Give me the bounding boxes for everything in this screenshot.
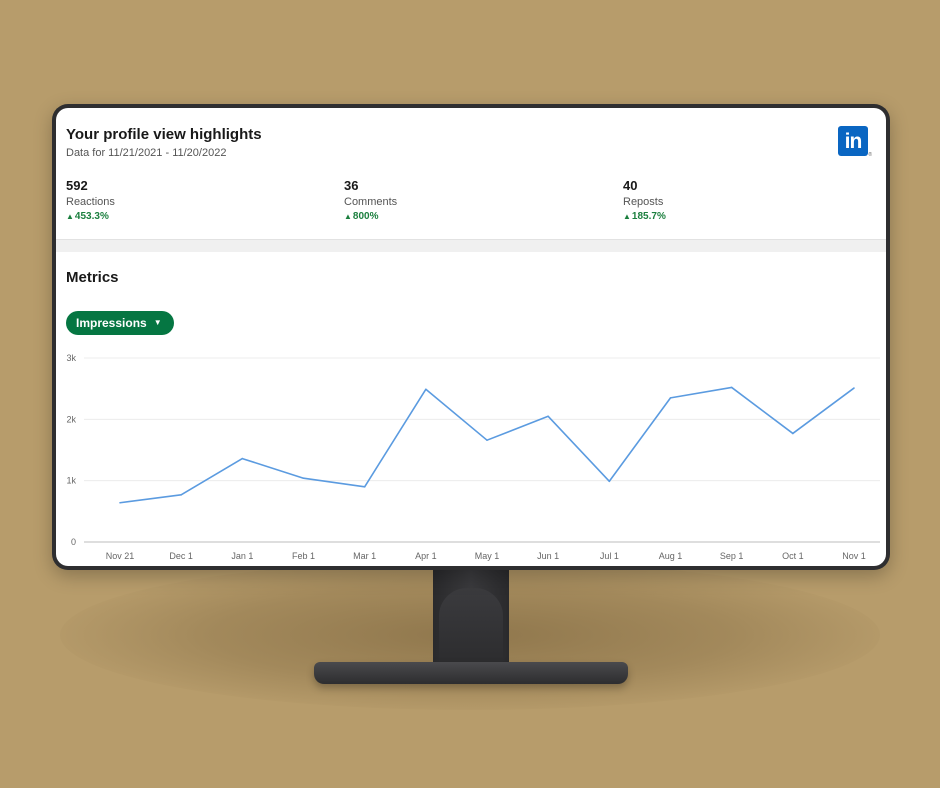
impressions-line-chart: 0 1k 2k 3k Nov 21 Dec 1 Jan 1 Feb 1 Mar 1 Apr 1 M… [66,353,880,561]
impressions-line [119,386,855,504]
y-tick-label: 2k [66,414,76,424]
x-tick-label: Sep 1 [720,551,744,561]
stand-cable-hole [439,588,503,666]
monitor-stand-neck [433,568,509,672]
data-point [608,480,611,483]
x-tick-label: May 1 [475,551,500,561]
data-point [669,397,672,399]
y-tick-label: 0 [71,537,76,547]
impressions-series [119,386,855,504]
y-tick-label: 3k [66,353,76,363]
data-point [730,386,733,389]
data-point [363,486,366,488]
x-tick-label: Nov 1 [842,551,866,561]
data-point [486,439,488,441]
data-point [241,457,244,460]
x-tick-label: Oct 1 [782,551,804,561]
x-tick-label: Nov 21 [106,551,135,561]
data-point [792,432,794,435]
data-point [302,477,305,480]
x-axis: Nov 21 Dec 1 Jan 1 Feb 1 Mar 1 Apr 1 May 1 Jun … [106,551,866,561]
data-point [119,501,121,504]
monitor-frame: Your profile view highlights Data for 11… [52,104,890,570]
chart-grid [84,357,880,543]
x-tick-label: Jan 1 [231,551,253,561]
data-point [425,388,427,391]
x-tick-label: Aug 1 [659,551,683,561]
x-tick-label: Jul 1 [600,551,619,561]
monitor-stand-base [314,662,628,684]
data-point [180,493,182,496]
y-tick-label: 1k [66,476,76,486]
y-axis: 0 1k 2k 3k [66,353,76,547]
screen: Your profile view highlights Data for 11… [56,108,886,566]
x-tick-label: Apr 1 [415,551,437,561]
x-tick-label: Jun 1 [537,551,559,561]
x-tick-label: Dec 1 [169,551,193,561]
data-point [853,387,855,389]
data-point [547,415,549,418]
x-tick-label: Mar 1 [353,551,376,561]
x-tick-label: Feb 1 [292,551,315,561]
